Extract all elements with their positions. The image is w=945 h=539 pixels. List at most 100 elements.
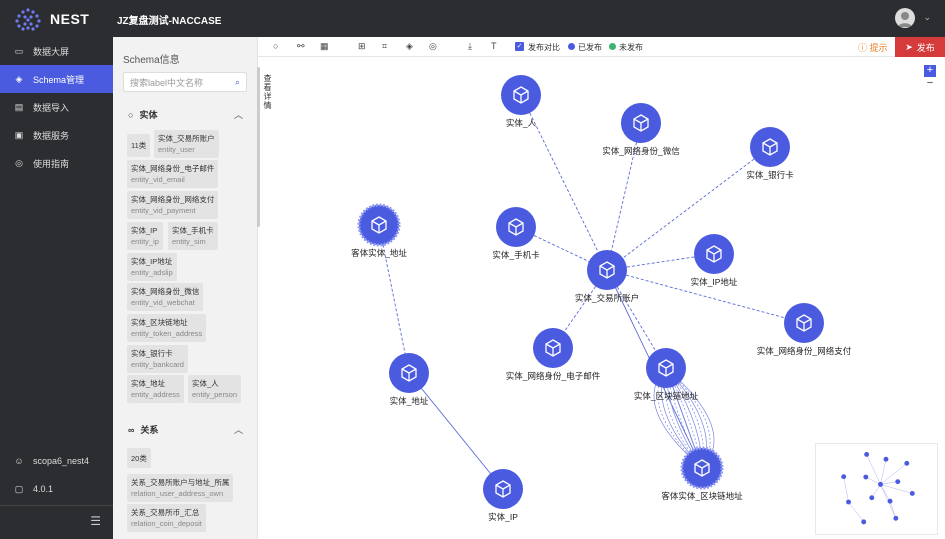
minimap-edge bbox=[866, 454, 881, 485]
import-icon: ▤ bbox=[14, 101, 24, 112]
relation-edge[interactable] bbox=[606, 146, 771, 271]
calendar-icon[interactable]: ▦ bbox=[320, 41, 329, 52]
node-label: 客体实体_区块链地址 bbox=[661, 491, 743, 501]
node-label: 实体_网络身份_微信 bbox=[602, 146, 680, 156]
entity-tag[interactable]: 实体_人 entity_person bbox=[188, 375, 242, 403]
entity-tag[interactable]: 实体_网络身份_电子邮件 entity_vid_email bbox=[127, 160, 219, 188]
entity-tag[interactable]: 实体_交易所账户 entity_user bbox=[154, 130, 219, 158]
link-tool-icon[interactable]: ⚯ bbox=[297, 41, 305, 52]
nav-user[interactable]: ☺ scopa6_nest4 bbox=[0, 447, 113, 475]
minimap-node bbox=[883, 456, 889, 462]
entity-tag[interactable]: 实体_IP entity_ip bbox=[127, 222, 163, 250]
link-icon: ∞ bbox=[128, 424, 135, 435]
relation-edge[interactable] bbox=[408, 372, 504, 490]
minimap-node bbox=[887, 498, 893, 504]
minimap-node bbox=[904, 460, 910, 466]
graph-node-wechat[interactable]: 实体_网络身份_微信 bbox=[602, 103, 680, 156]
node-label: 实体_地址 bbox=[390, 396, 429, 406]
publish-button[interactable]: ➤ 发布 bbox=[895, 37, 945, 57]
zoom-in-button[interactable]: + bbox=[924, 65, 936, 77]
minimap-node bbox=[846, 499, 851, 505]
logo[interactable]: NEST bbox=[14, 7, 89, 31]
graph-toolbar: ○ ⚯ ▦ ⊞ ⌗ ◈ ◎ ⤓ T ✓ 发布对比 已发布 未发布 ⓘ 提示 ➤ 发… bbox=[258, 37, 945, 57]
graph-node-ip[interactable]: 实体_IP bbox=[483, 469, 523, 522]
user-avatar[interactable] bbox=[895, 8, 915, 28]
top-bar: NEST JZ复盘测试-NACCASE ⌄ bbox=[0, 0, 945, 37]
nav-label: 数据服务 bbox=[33, 130, 70, 141]
compare-checkbox[interactable]: ✓ bbox=[515, 42, 524, 51]
minimap-edge bbox=[865, 476, 881, 485]
minimap-node bbox=[864, 451, 870, 457]
compare-label: 发布对比 bbox=[528, 43, 560, 52]
download-icon[interactable]: ⤓ bbox=[468, 41, 472, 52]
node-label: 实体_IP地址 bbox=[691, 277, 738, 287]
minimap-node bbox=[841, 474, 847, 480]
layers-icon[interactable]: ◈ bbox=[406, 41, 413, 52]
entity-tag[interactable]: 实体_手机卡 entity_sim bbox=[168, 222, 218, 250]
count-tag: 11类 bbox=[127, 134, 151, 157]
nav-item-import[interactable]: ▤ 数据导入 bbox=[0, 93, 113, 121]
minimap-node bbox=[895, 479, 901, 485]
hint-button[interactable]: ⓘ 提示 bbox=[858, 41, 888, 54]
minimap-edge bbox=[880, 484, 891, 502]
minimap-edge bbox=[889, 501, 897, 519]
entities-section-header[interactable]: ○ 实体 ︿ bbox=[128, 108, 243, 121]
graph-node-customer_addr[interactable]: 客体实体_地址 bbox=[351, 203, 407, 258]
count-tag: 20类 bbox=[127, 448, 151, 468]
entity-tag[interactable]: 实体_地址 entity_address bbox=[127, 375, 184, 403]
minimap[interactable] bbox=[815, 443, 938, 535]
nav-item-guide[interactable]: ◎ 使用指南 bbox=[0, 149, 113, 177]
nav-item-dashboard[interactable]: ▭ 数据大屏 bbox=[0, 37, 113, 65]
table-icon[interactable]: ⌗ bbox=[382, 41, 387, 52]
graph-node-account[interactable]: 实体_交易所账户 bbox=[575, 250, 639, 303]
section-title: 实体 bbox=[139, 110, 158, 120]
relation-tag[interactable]: 关系_交易所币_汇总 relation_coin_deposit bbox=[127, 504, 206, 532]
minimap-edge bbox=[880, 481, 898, 485]
circle-tool-icon[interactable]: ○ bbox=[273, 41, 278, 51]
graph-node-payment[interactable]: 实体_网络身份_网络支付 bbox=[757, 303, 852, 356]
service-icon: ▣ bbox=[14, 129, 24, 140]
version-label: 4.0.1 bbox=[33, 484, 54, 494]
node-label: 实体_手机卡 bbox=[492, 250, 540, 260]
zoom-out-button[interactable]: − bbox=[924, 78, 936, 90]
info-icon: ⓘ bbox=[858, 43, 868, 53]
version-icon: ▢ bbox=[14, 483, 24, 494]
nav-item-service[interactable]: ▣ 数据服务 bbox=[0, 121, 113, 149]
graph-node-sim[interactable]: 实体_手机卡 bbox=[492, 207, 540, 260]
graph-node-customer_chain[interactable]: 客体实体_区块链地址 bbox=[661, 446, 743, 501]
entity-tag[interactable]: 实体_银行卡 entity_bankcard bbox=[127, 345, 188, 373]
graph-node-person[interactable]: 实体_人 bbox=[501, 75, 541, 128]
minimap-node bbox=[863, 474, 869, 480]
minimap-node bbox=[893, 515, 899, 521]
relation-tag[interactable]: 关系_交易所账户与地址_所属 relation_user_address_own bbox=[127, 474, 234, 502]
graph-node-address[interactable]: 实体_地址 bbox=[389, 353, 429, 406]
entity-tag[interactable]: 实体_网络身份_网络支付 entity_vid_payment bbox=[127, 191, 219, 219]
chevron-up-icon[interactable]: ︿ bbox=[234, 108, 243, 121]
user-icon: ☺ bbox=[14, 456, 24, 466]
grid-icon[interactable]: ⊞ bbox=[358, 41, 366, 52]
collapse-menu-icon[interactable]: ☰ bbox=[90, 514, 101, 528]
panel-title: Schema信息 bbox=[123, 55, 180, 66]
entity-tag[interactable]: 实体_区块链地址 entity_token_address bbox=[127, 314, 207, 342]
nav-label: 数据导入 bbox=[33, 102, 70, 113]
search-input[interactable]: 搜索label中文名称 ⌕ bbox=[123, 72, 247, 92]
text-icon[interactable]: T bbox=[491, 41, 497, 51]
graph-node-chain[interactable]: 实体_区块链地址 bbox=[634, 348, 699, 401]
chevron-up-icon[interactable]: ︿ bbox=[234, 423, 243, 436]
graph-node-ipaddr[interactable]: 实体_IP地址 bbox=[691, 234, 738, 287]
node-label: 实体_交易所账户 bbox=[575, 293, 639, 303]
relations-section-header[interactable]: ∞ 关系 ︿ bbox=[128, 423, 243, 436]
entity-tag[interactable]: 实体_网络身份_微信 entity_vid_webchat bbox=[127, 283, 204, 311]
chevron-down-icon[interactable]: ⌄ bbox=[923, 12, 931, 23]
entity-tag[interactable]: 实体_IP地址 entity_adslip bbox=[127, 253, 177, 281]
project-name: JZ复盘测试-NACCASE bbox=[117, 16, 222, 27]
minimap-node bbox=[909, 491, 915, 496]
graph-node-bank[interactable]: 实体_银行卡 bbox=[746, 127, 794, 180]
graph-node-email[interactable]: 实体_网络身份_电子邮件 bbox=[506, 328, 601, 381]
nav-item-schema[interactable]: ◈ Schema管理 bbox=[0, 65, 113, 93]
unpublished-dot bbox=[609, 43, 616, 50]
target-icon[interactable]: ◎ bbox=[429, 41, 437, 52]
search-icon[interactable]: ⌕ bbox=[235, 77, 240, 88]
sidebar-nav: ▭ 数据大屏 ◈ Schema管理 ▤ 数据导入 ▣ 数据服务 ◎ 使用指南 ☺… bbox=[0, 37, 113, 539]
published-dot bbox=[568, 43, 575, 50]
